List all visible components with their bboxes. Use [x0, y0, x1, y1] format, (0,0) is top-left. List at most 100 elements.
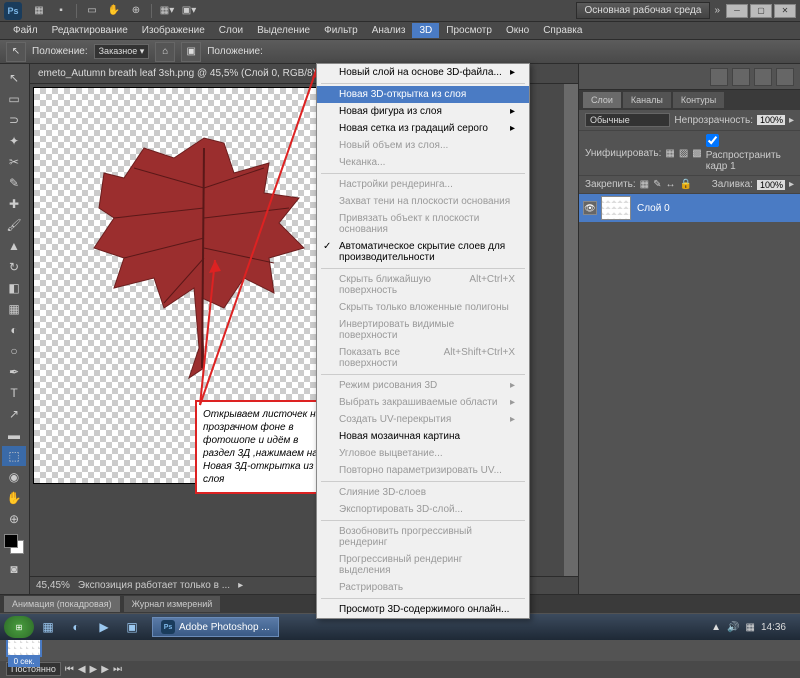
menu-окно[interactable]: Окно — [499, 23, 536, 38]
lasso-tool[interactable]: ⊃ — [2, 110, 26, 130]
zoom-icon[interactable]: ▭ — [83, 2, 101, 20]
opacity-value[interactable]: 100% — [757, 115, 785, 125]
browser-icon[interactable]: ◐ — [64, 617, 88, 637]
menu-item[interactable]: Новая сетка из градаций серого▸ — [317, 120, 529, 137]
menu-файл[interactable]: Файл — [6, 23, 45, 38]
option-label-2: Положение: — [207, 46, 263, 57]
menu-справка[interactable]: Справка — [536, 23, 589, 38]
prev-frame-icon[interactable]: ◀ — [78, 664, 86, 675]
3d-camera-tool[interactable]: ◉ — [2, 467, 26, 487]
tool-preset-icon[interactable]: ↖ — [6, 42, 26, 62]
menu-фильтр[interactable]: Фильтр — [317, 23, 365, 38]
media-icon[interactable]: ▶ — [92, 617, 116, 637]
zoom-tool[interactable]: ⊕ — [2, 509, 26, 529]
lock-icon[interactable]: ↔ — [666, 179, 676, 190]
gradient-tool[interactable]: ▦ — [2, 299, 26, 319]
3d-tool[interactable]: ⬚ — [2, 446, 26, 466]
color-swatches[interactable] — [2, 534, 27, 558]
history-brush-tool[interactable]: ↻ — [2, 257, 26, 277]
tray-icon[interactable]: 🔊 — [727, 622, 739, 633]
move-tool[interactable]: ↖ — [2, 68, 26, 88]
minimize-button[interactable]: ─ — [726, 4, 748, 18]
home-icon[interactable]: ⌂ — [155, 42, 175, 62]
hand-tool[interactable]: ✋ — [2, 488, 26, 508]
lock-icon[interactable]: ✎ — [653, 179, 661, 190]
menu-item[interactable]: Новый слой на основе 3D-файла...▸ — [317, 64, 529, 81]
pen-tool[interactable]: ✒ — [2, 362, 26, 382]
leaf-image — [54, 108, 354, 388]
preset-select[interactable]: Заказное ▾ — [94, 44, 150, 59]
screenmode-icon[interactable]: ▣▾ — [180, 2, 198, 20]
menu-изображение[interactable]: Изображение — [135, 23, 212, 38]
menu-редактирование[interactable]: Редактирование — [45, 23, 135, 38]
dodge-tool[interactable]: ○ — [2, 341, 26, 361]
brush-tool[interactable]: 🖌 — [2, 215, 26, 235]
panel-tab[interactable]: Контуры — [673, 92, 724, 108]
menu-item[interactable]: Просмотр 3D-содержимого онлайн... — [317, 601, 529, 618]
menu-item[interactable]: Новая фигура из слоя▸ — [317, 103, 529, 120]
clock[interactable]: 14:36 — [761, 622, 786, 633]
eyedropper-tool[interactable]: ✎ — [2, 173, 26, 193]
zoom-level[interactable]: 45,45% — [36, 580, 70, 591]
panel-icon[interactable] — [710, 68, 728, 86]
last-frame-icon[interactable]: ⏭ — [113, 664, 122, 675]
taskbar-app[interactable]: PsAdobe Photoshop ... — [152, 617, 279, 637]
lock-icon[interactable]: 🔒 — [680, 179, 692, 190]
path-tool[interactable]: ↗ — [2, 404, 26, 424]
type-tool[interactable]: T — [2, 383, 26, 403]
unify-icon[interactable]: ▨ — [679, 148, 688, 159]
unify-icon[interactable]: ▩ — [692, 148, 701, 159]
blend-mode-select[interactable]: Обычные — [585, 113, 670, 127]
lock-icon[interactable]: ▦ — [640, 179, 649, 190]
crop-tool[interactable]: ✂ — [2, 152, 26, 172]
eraser-tool[interactable]: ◧ — [2, 278, 26, 298]
menu-анализ[interactable]: Анализ — [365, 23, 413, 38]
menu-item[interactable]: Новая 3D-открытка из слоя — [317, 86, 529, 103]
close-button[interactable]: ✕ — [774, 4, 796, 18]
panel-icon[interactable] — [754, 68, 772, 86]
visibility-icon[interactable]: 👁 — [583, 201, 597, 215]
maximize-button[interactable]: ▢ — [750, 4, 772, 18]
quickmask-icon[interactable]: ◙ — [2, 559, 26, 579]
menu-item[interactable]: Новая мозаичная картина — [317, 428, 529, 445]
blur-tool[interactable]: ◐ — [2, 320, 26, 340]
bridge-icon[interactable]: ▦ — [30, 2, 48, 20]
play-icon[interactable]: ▶ — [90, 664, 98, 675]
start-button[interactable]: ⊞ — [4, 616, 34, 638]
scrollbar-vertical[interactable] — [564, 84, 578, 576]
menu-item: Растрировать — [317, 579, 529, 596]
frame-icon[interactable]: ▣ — [181, 42, 201, 62]
propagate-checkbox[interactable] — [706, 134, 719, 147]
heal-tool[interactable]: ✚ — [2, 194, 26, 214]
menu-выделение[interactable]: Выделение — [250, 23, 317, 38]
minibridge-icon[interactable]: ▪ — [52, 2, 70, 20]
marquee-tool[interactable]: ▭ — [2, 89, 26, 109]
hand-icon[interactable]: ✋ — [105, 2, 123, 20]
menu-item[interactable]: Автоматическое скрытие слоев для произво… — [317, 238, 529, 266]
fill-value[interactable]: 100% — [757, 180, 785, 190]
zoomlevel-icon[interactable]: ⊕ — [127, 2, 145, 20]
workspace-selector[interactable]: Основная рабочая среда — [576, 2, 711, 19]
panel-icon[interactable] — [776, 68, 794, 86]
unify-icon[interactable]: ▦ — [665, 148, 674, 159]
stamp-tool[interactable]: ▲ — [2, 236, 26, 256]
next-frame-icon[interactable]: ▶ — [101, 664, 109, 675]
layer-row[interactable]: 👁 Слой 0 — [579, 194, 800, 222]
arrange-icon[interactable]: ▦▾ — [158, 2, 176, 20]
first-frame-icon[interactable]: ⏮ — [65, 664, 74, 675]
menu-слои[interactable]: Слои — [212, 23, 250, 38]
tray-icon[interactable]: ▦ — [746, 622, 755, 633]
app-icon[interactable]: ▣ — [120, 617, 144, 637]
panel-tab[interactable]: Каналы — [623, 92, 671, 108]
tray-icon[interactable]: ▲ — [711, 622, 721, 633]
explorer-icon[interactable]: ▦ — [36, 617, 60, 637]
panel-tab[interactable]: Слои — [583, 92, 621, 108]
anim-tab[interactable]: Анимация (покадровая) — [4, 596, 120, 612]
menu-3d[interactable]: 3D — [412, 23, 439, 38]
layer-thumbnail[interactable] — [601, 196, 631, 220]
wand-tool[interactable]: ✦ — [2, 131, 26, 151]
panel-icon[interactable] — [732, 68, 750, 86]
measure-tab[interactable]: Журнал измерений — [124, 596, 221, 612]
menu-просмотр[interactable]: Просмотр — [439, 23, 499, 38]
shape-tool[interactable]: ▬ — [2, 425, 26, 445]
